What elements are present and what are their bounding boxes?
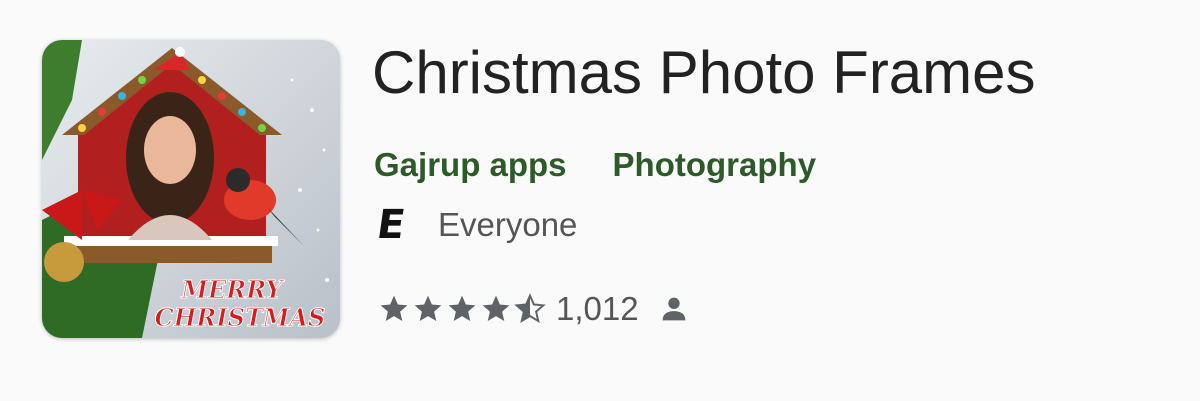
star-icon	[482, 295, 510, 321]
app-icon[interactable]: MERRY CHRISTMAS	[42, 40, 340, 338]
icon-christmas-text: CHRISTMAS	[155, 303, 326, 332]
star-icon	[414, 295, 442, 321]
content-rating-row: E Everyone	[374, 202, 578, 248]
star-rating-row[interactable]: 1,012	[378, 290, 691, 328]
person-icon	[662, 297, 685, 321]
christmas-frame-artwork: MERRY CHRISTMAS	[42, 40, 340, 338]
star-icon	[380, 295, 408, 321]
star-icon	[448, 295, 476, 321]
app-title: Christmas Photo Frames	[372, 39, 1036, 106]
category-link[interactable]: Photography	[613, 146, 817, 184]
developer-category-row: Gajrup apps Photography	[374, 146, 816, 184]
developer-link[interactable]: Gajrup apps	[374, 146, 567, 184]
star-rating	[378, 293, 546, 325]
half-star-icon	[514, 293, 546, 324]
review-count: 1,012	[556, 290, 639, 327]
content-rating-label: Everyone	[438, 206, 578, 243]
esrb-everyone-icon: E	[374, 202, 408, 248]
icon-merry-text: MERRY	[180, 275, 285, 304]
